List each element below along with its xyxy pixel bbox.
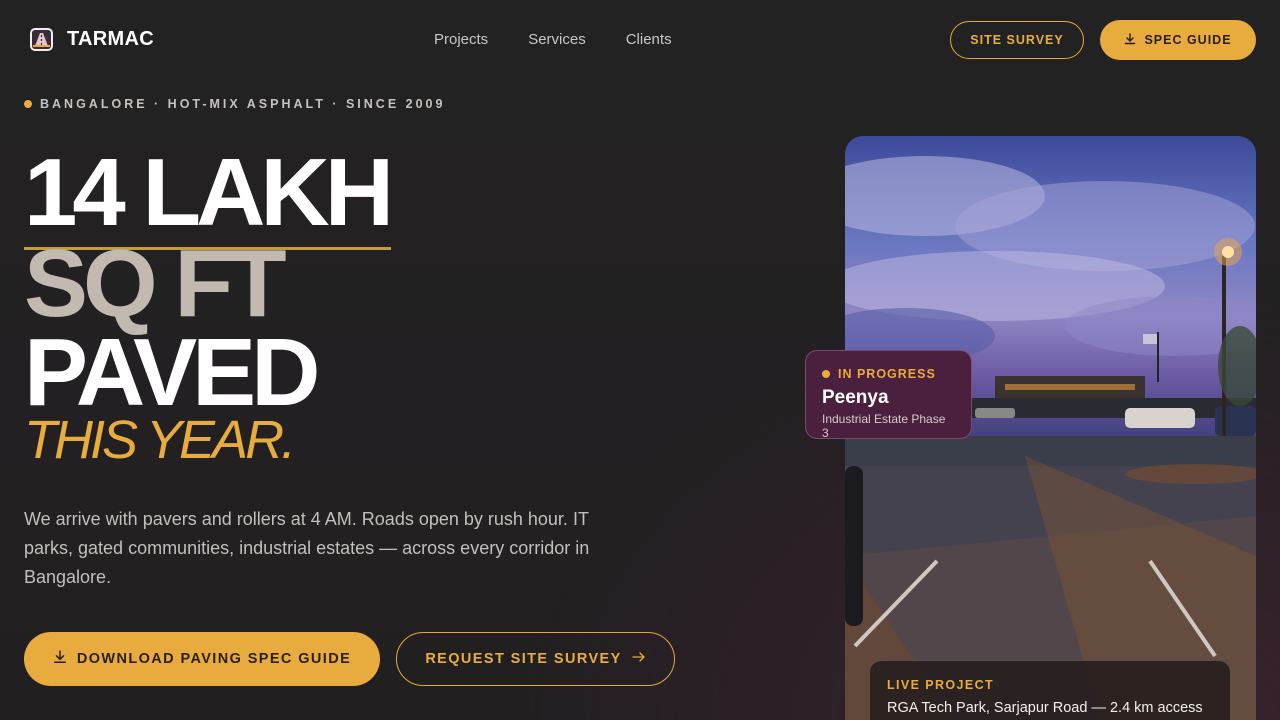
main-nav: Projects Services Clients [434,31,672,48]
headline-line-3: PAVED [24,319,320,426]
status-project-detail: Industrial Estate Phase 3 [822,412,946,440]
nav-projects[interactable]: Projects [434,31,488,48]
download-spec-guide-label: DOWNLOAD PAVING SPEC GUIDE [76,651,352,667]
status-project-name: Peenya [822,387,889,408]
request-site-survey-button[interactable]: REQUEST SITE SURVEY [396,632,675,686]
brand-logo[interactable]: TARMAC [30,28,154,51]
site-survey-button[interactable]: SITE SURVEY [950,21,1084,59]
live-project-card[interactable]: LIVE PROJECT RGA Tech Park, Sarjapur Roa… [869,660,1231,720]
arrow-right-icon [632,651,646,667]
nav-services[interactable]: Services [528,31,586,48]
headline-line-2: SQ FT [24,230,287,337]
status-label: IN PROGRESS [838,367,936,381]
status-dot-icon [822,370,830,378]
brand-name: TARMAC [67,28,154,50]
live-project-text: RGA Tech Park, Sarjapur Road — 2.4 km ac… [887,700,1203,716]
download-icon [53,650,67,668]
live-project-label: LIVE PROJECT [887,678,995,692]
eyebrow: BANGALORE · HOT-MIX ASPHALT · SINCE 2009 [24,97,445,111]
download-icon [1124,32,1136,48]
headline-line-4: THIS YEAR. [24,410,296,470]
spec-guide-button[interactable]: SPEC GUIDE [1100,20,1256,60]
road-logo-icon [30,28,53,51]
in-progress-card[interactable]: IN PROGRESS Peenya Industrial Estate Pha… [805,350,972,440]
request-site-survey-label: REQUEST SITE SURVEY [425,651,622,667]
spec-guide-label: SPEC GUIDE [1144,33,1232,47]
download-spec-guide-button[interactable]: DOWNLOAD PAVING SPEC GUIDE [24,632,380,686]
eyebrow-text: BANGALORE · HOT-MIX ASPHALT · SINCE 2009 [40,97,446,111]
lead-paragraph: We arrive with pavers and rollers at 4 A… [24,509,590,587]
status-row: IN PROGRESS [822,367,955,381]
nav-clients[interactable]: Clients [626,31,672,48]
site-survey-label: SITE SURVEY [970,33,1064,47]
accent-dot-icon [24,100,32,108]
